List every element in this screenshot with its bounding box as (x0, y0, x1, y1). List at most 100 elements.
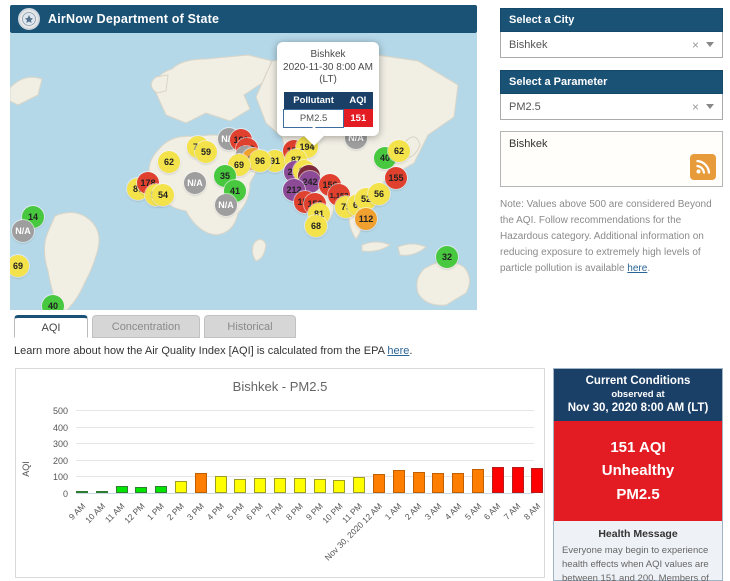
x-axis-label: 6 AM (482, 501, 503, 522)
x-axis-label: 7 PM (263, 501, 286, 523)
x-axis-label: 2 AM (402, 501, 424, 522)
tab-historical[interactable]: Historical (204, 315, 296, 338)
x-axis-label: 4 PM (204, 501, 226, 523)
parameter-select[interactable]: PM2.5 × (500, 94, 723, 120)
y-axis-tick: 100 (52, 472, 68, 483)
x-axis-label: 12 PM (122, 501, 147, 526)
note-text: Note: Values above 500 are considered Be… (500, 199, 712, 274)
chart-bar[interactable] (412, 472, 425, 493)
health-message-text: Everyone may begin to experience health … (562, 544, 709, 581)
chart-bar[interactable] (432, 473, 445, 493)
map-marker[interactable]: 62 (158, 151, 180, 173)
x-axis-label: 2 PM (164, 501, 187, 523)
map-marker[interactable]: 112 (355, 208, 377, 230)
chart-bar[interactable] (95, 491, 108, 493)
chart-bar[interactable] (234, 478, 247, 493)
map-marker[interactable]: 56 (368, 183, 390, 205)
y-axis-tick: 500 (52, 406, 68, 416)
city-select-value: Bishkek (509, 38, 548, 51)
x-axis-label: 8 AM (521, 501, 543, 522)
map-marker[interactable]: N/A (184, 172, 206, 194)
gridline (76, 426, 534, 428)
chart-bar[interactable] (115, 485, 128, 493)
chart-bar[interactable] (194, 472, 207, 493)
chevron-down-icon[interactable] (706, 104, 714, 109)
x-axis-label: 1 AM (383, 501, 404, 522)
tab-bar: AQI Concentration Historical (14, 315, 296, 338)
map-marker[interactable]: N/A (12, 220, 34, 242)
x-axis-label: 11 AM (102, 501, 127, 525)
x-axis-label: 10 AM (82, 501, 107, 526)
y-axis-tick: 200 (52, 455, 68, 466)
select-parameter-header: Select a Parameter (500, 70, 723, 94)
popup-aqi-value: 151 (343, 109, 373, 127)
x-axis-label: 3 PM (184, 501, 206, 523)
map-marker[interactable]: 59 (195, 141, 217, 163)
map-popup: Bishkek 2020-11-30 8:00 AM (LT) Pollutan… (277, 42, 379, 136)
gridline (76, 410, 534, 411)
map-marker[interactable]: 40 (42, 295, 64, 310)
observed-at-label: observed at (611, 389, 665, 400)
current-conditions-title: Current Conditions (585, 375, 691, 387)
chart-bar[interactable] (333, 479, 346, 493)
chart-bar[interactable] (511, 467, 524, 493)
city-search-value: Bishkek (509, 138, 548, 150)
x-axis-label: 7 AM (501, 501, 523, 522)
chart-bar[interactable] (155, 486, 168, 493)
y-axis-tick: 400 (52, 422, 68, 433)
chart-bar[interactable] (254, 478, 267, 493)
chart-plot-area: AQI 0 100 200 300 400 500 9 AM 10 AM 11 AM 12 PM 1… (16, 369, 546, 579)
chart-bar[interactable] (214, 476, 227, 493)
y-axis-tick: 300 (52, 439, 68, 450)
chart-bar[interactable] (76, 491, 88, 493)
map-marker[interactable]: 68 (305, 215, 327, 237)
chart-bar[interactable] (353, 477, 366, 493)
chart-bar[interactable] (531, 467, 544, 493)
gridline (76, 476, 534, 478)
tab-aqi[interactable]: AQI (14, 315, 88, 338)
map-marker[interactable]: 54 (152, 184, 174, 206)
us-seal-icon (18, 8, 40, 30)
x-axis-label: 10 PM (320, 501, 345, 526)
chart-bar[interactable] (313, 479, 326, 493)
chart-bar[interactable] (373, 474, 385, 493)
current-conditions-panel: Current Conditions observed at Nov 30, 2… (553, 368, 723, 581)
chart-bar[interactable] (491, 467, 504, 493)
rss-icon[interactable] (690, 154, 716, 180)
map-marker[interactable]: N/A (215, 194, 237, 216)
chart-bar[interactable] (274, 478, 286, 493)
clear-city-icon[interactable]: × (692, 39, 699, 51)
aqi-bar-chart: Bishkek - PM2.5 AQI 0 100 200 300 400 500 9 AM… (15, 368, 545, 578)
map-marker[interactable]: 96 (249, 150, 271, 172)
observed-datetime: Nov 30, 2020 8:00 AM (LT) (567, 402, 709, 414)
map-marker[interactable]: 62 (388, 140, 410, 162)
x-axis-line (76, 493, 534, 494)
learn-more-here-link[interactable]: here (387, 345, 409, 357)
chevron-down-icon[interactable] (706, 42, 714, 47)
x-axis-label: 1 PM (145, 501, 167, 523)
health-message-title: Health Message (598, 527, 678, 540)
chart-bar[interactable] (392, 470, 405, 493)
chart-bar[interactable] (472, 468, 484, 493)
chart-bar[interactable] (293, 478, 306, 493)
map-marker[interactable]: 155 (385, 167, 407, 189)
page-title: AirNow Department of State (48, 12, 220, 26)
city-search-box[interactable]: Bishkek (500, 131, 723, 187)
tab-concentration[interactable]: Concentration (92, 315, 200, 338)
map-marker[interactable]: 32 (436, 246, 458, 268)
parameter-select-value: PM2.5 (509, 100, 541, 113)
note-here-link[interactable]: here (627, 263, 647, 274)
city-select[interactable]: Bishkek × (500, 32, 723, 58)
aqi-pollutant: PM2.5 (616, 485, 660, 503)
x-axis-label: 8 PM (283, 501, 305, 523)
chart-bar[interactable] (452, 472, 465, 493)
chart-bar[interactable] (175, 481, 187, 493)
clear-parameter-icon[interactable]: × (692, 101, 699, 113)
world-map[interactable]: 72596291N/A190110N/A9896693541N/AN/A8717… (10, 33, 477, 310)
x-axis-label: 5 AM (462, 501, 484, 522)
select-city-header: Select a City (500, 8, 723, 32)
chart-bar[interactable] (135, 486, 148, 493)
x-axis-label: 6 PM (244, 501, 266, 523)
x-axis-label: 5 PM (224, 501, 246, 523)
x-axis-label: 3 AM (422, 501, 444, 522)
